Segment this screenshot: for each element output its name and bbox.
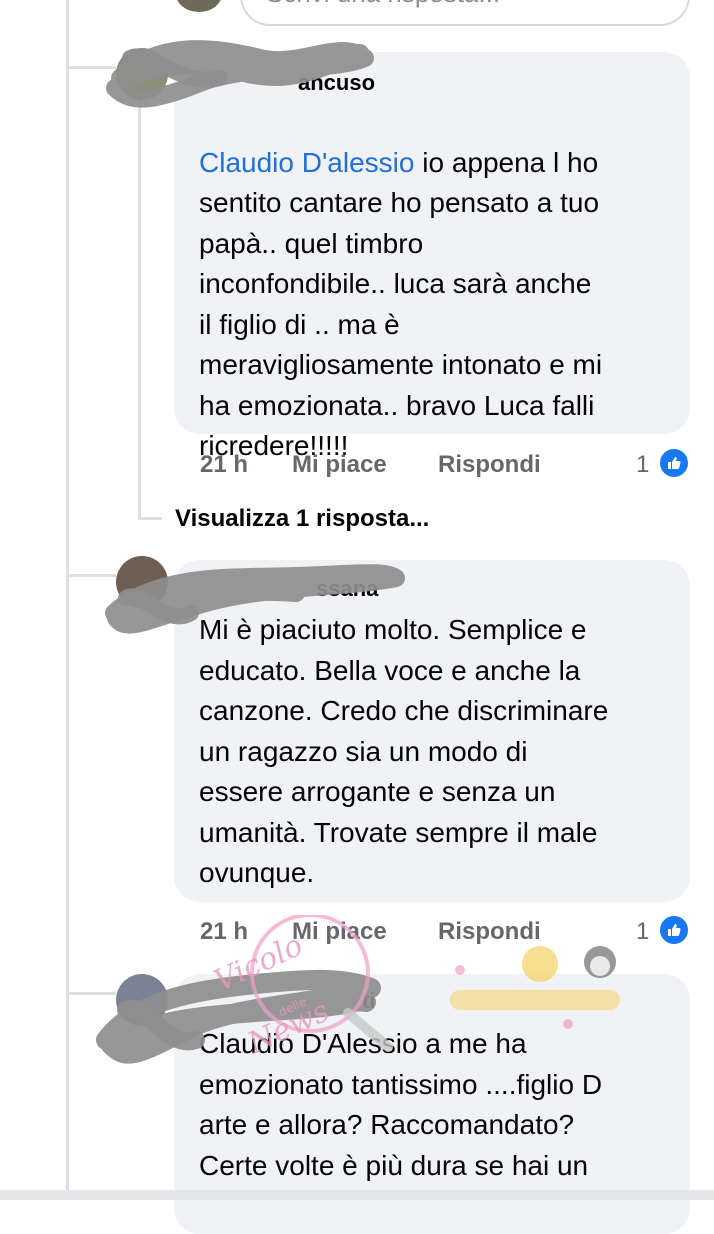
like-thumb-icon[interactable] [658,447,690,479]
like-button[interactable]: Mi piace [292,918,387,946]
reaction-count[interactable]: 1 [636,918,649,946]
redaction-scribble [105,564,405,634]
view-replies-link[interactable]: Visualizza 1 risposta... [175,505,429,533]
reply-button[interactable]: Rispondi [438,918,541,946]
thread-line-main [66,0,69,1200]
thread-line-sub-branch [138,517,162,520]
reply-button[interactable]: Rispondi [438,451,541,479]
like-thumb-icon[interactable] [658,914,690,946]
redaction-scribble [106,40,374,108]
reaction-count[interactable]: 1 [636,451,649,479]
comment-actions: 21 h Mi piace Rispondi [200,451,680,481]
redaction-scribble [96,969,381,1064]
like-button[interactable]: Mi piace [292,451,387,479]
mention-link[interactable]: Claudio D'alessio [199,147,414,178]
avatar [176,0,222,12]
thread-line-sub [138,80,141,520]
comment-time[interactable]: 21 h [200,918,248,946]
comment-text: Claudio D'alessio io appena l ho sentito… [199,146,603,462]
bottom-divider [0,1190,714,1200]
reply-input-placeholder: Scrivi una risposta... [266,0,500,9]
reply-input[interactable]: Scrivi una risposta... [240,0,690,26]
comment-text: Mi è piaciuto molto. Semplice e educato.… [199,614,609,888]
comment-actions: 21 h Mi piace Rispondi [200,918,680,948]
comment-time[interactable]: 21 h [200,451,248,479]
